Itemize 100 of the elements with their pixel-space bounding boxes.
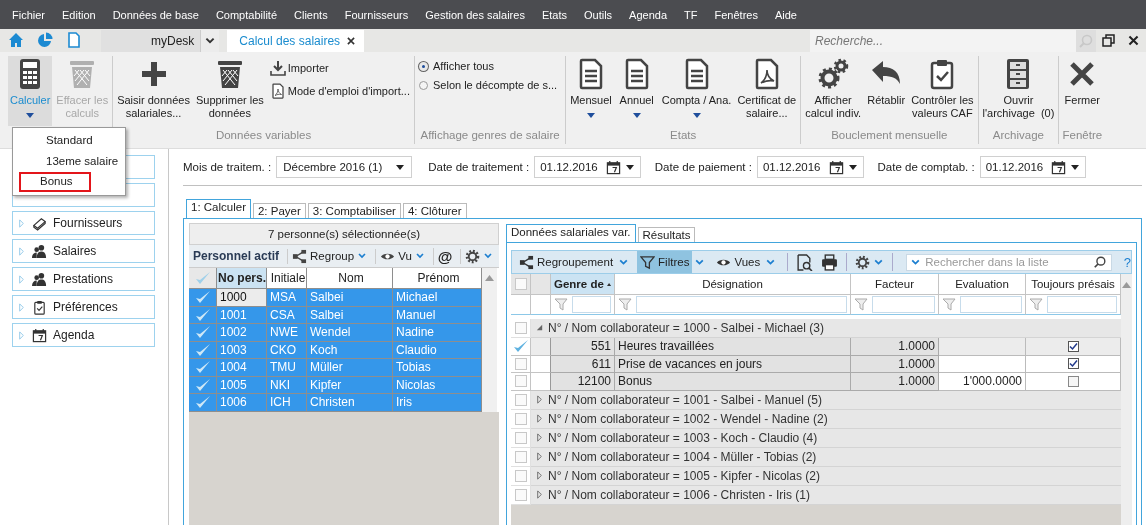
- scrollbar[interactable]: [482, 268, 497, 412]
- column-header[interactable]: Evaluation: [939, 274, 1026, 295]
- data-tab[interactable]: Données salariales var.: [506, 224, 636, 242]
- sidebar-item[interactable]: Fournisseurs: [12, 211, 155, 235]
- scroll-up-icon[interactable]: [485, 275, 494, 281]
- column-header[interactable]: Initiale: [267, 268, 307, 289]
- expand-icon[interactable]: [17, 246, 26, 256]
- menu-option[interactable]: 13eme salaire: [19, 151, 121, 171]
- menu-item[interactable]: Clients: [294, 8, 328, 21]
- pie-chart-icon[interactable]: [37, 32, 53, 48]
- ribbon-button[interactable]: Afficher calcul indiv.: [803, 56, 864, 126]
- search-field[interactable]: Recherche...: [810, 30, 1076, 52]
- filter-icon[interactable]: [942, 296, 958, 313]
- step-tab[interactable]: 3: Comptabiliser: [307, 203, 401, 218]
- menu-item[interactable]: Fichier: [12, 8, 45, 21]
- ribbon-link-button[interactable]: Importer: [269, 60, 410, 76]
- restore-window-icon[interactable]: [1102, 34, 1115, 47]
- filter-field[interactable]: [960, 296, 1022, 313]
- group-button[interactable]: Regroup: [287, 248, 372, 264]
- workspace-tab[interactable]: myDesk: [101, 30, 201, 52]
- checkbox[interactable]: [1067, 375, 1079, 387]
- sidebar-item[interactable]: Agenda: [12, 323, 155, 347]
- step-tab[interactable]: 2: Payer: [252, 203, 306, 218]
- menu-option[interactable]: Bonus: [19, 172, 91, 192]
- printer-icon[interactable]: [821, 253, 839, 271]
- select-all-header[interactable]: [189, 268, 217, 289]
- step-tab[interactable]: 4: Clôturer: [402, 203, 467, 218]
- menu-option[interactable]: Standard: [19, 130, 121, 150]
- checkbox[interactable]: [1067, 358, 1079, 370]
- menu-item[interactable]: Fenêtres: [714, 8, 758, 21]
- column-header[interactable]: Toujours présais: [1026, 274, 1121, 295]
- filter-field[interactable]: [1047, 296, 1117, 313]
- ribbon-button[interactable]: Annuel: [615, 56, 658, 126]
- menu-item[interactable]: Données de base: [112, 8, 199, 21]
- expand-icon[interactable]: [17, 302, 26, 312]
- date-field[interactable]: 01.12.2016: [756, 156, 864, 178]
- filter-icon[interactable]: [1029, 296, 1045, 313]
- checkbox[interactable]: [1067, 340, 1079, 352]
- sidebar-item[interactable]: Préférences: [12, 295, 155, 319]
- expand-icon[interactable]: [17, 218, 26, 228]
- menu-item[interactable]: Edition: [62, 8, 96, 21]
- filter-field[interactable]: [872, 296, 935, 313]
- radio-option[interactable]: Afficher tous: [419, 60, 562, 72]
- menu-item[interactable]: Comptabilité: [215, 8, 278, 21]
- radio-button[interactable]: [419, 80, 428, 90]
- help-link[interactable]: ?: [1123, 254, 1131, 270]
- filter-icon[interactable]: [554, 296, 570, 313]
- ribbon-button[interactable]: Certificat de salaire...: [735, 56, 799, 126]
- menu-item[interactable]: Gestion des salaires: [425, 8, 525, 21]
- ribbon-button[interactable]: Saisir données salariales...: [115, 56, 192, 126]
- column-header[interactable]: Nom: [307, 268, 393, 289]
- home-icon[interactable]: [8, 32, 24, 48]
- menu-item[interactable]: TF: [684, 8, 698, 21]
- month-select[interactable]: Décembre 2016 (1): [276, 156, 413, 178]
- filter-icon[interactable]: [854, 296, 870, 313]
- menu-item[interactable]: Outils: [584, 8, 613, 21]
- radio-option[interactable]: Selon le décompte de s...: [419, 79, 562, 91]
- close-tab-button[interactable]: [346, 30, 365, 52]
- ribbon-button[interactable]: Rétablir: [865, 56, 908, 126]
- ribbon-button[interactable]: Supprimer les données: [193, 56, 266, 126]
- expand-icon[interactable]: [17, 274, 26, 284]
- view-button[interactable]: Vu: [375, 248, 429, 264]
- date-field[interactable]: 01.12.2016: [979, 156, 1087, 178]
- scrollbar[interactable]: [1121, 274, 1132, 525]
- document-tab[interactable]: Calcul des salaires: [227, 30, 347, 52]
- column-header[interactable]: Désignation: [615, 274, 851, 295]
- dropdown-button[interactable]: [200, 30, 220, 52]
- scroll-up-icon[interactable]: [1122, 282, 1131, 288]
- data-tab[interactable]: Résultats: [637, 227, 696, 242]
- menu-item[interactable]: Aide: [774, 8, 797, 21]
- date-field[interactable]: 01.12.2016: [534, 156, 641, 178]
- column-header[interactable]: Genre de: [551, 274, 615, 295]
- filter-field[interactable]: [572, 296, 611, 313]
- menu-item[interactable]: Etats: [541, 8, 567, 21]
- mail-button[interactable]: @: [432, 247, 457, 265]
- group-button[interactable]: Regroupement: [516, 251, 617, 273]
- step-tab[interactable]: 1: Calculer: [186, 199, 251, 218]
- expand-icon[interactable]: [17, 330, 26, 340]
- sidebar-item[interactable]: Salaires: [12, 239, 155, 263]
- menu-item[interactable]: Agenda: [629, 8, 668, 21]
- ribbon-button[interactable]: Compta / Ana.: [659, 56, 734, 126]
- ribbon-button[interactable]: Fermer: [1061, 56, 1104, 126]
- view-button[interactable]: Vues: [713, 251, 764, 273]
- list-search-field[interactable]: Rechercher dans la liste: [906, 253, 1112, 271]
- column-header[interactable]: Prénom: [393, 268, 482, 289]
- menu-item[interactable]: Fournisseurs: [344, 8, 409, 21]
- ribbon-button[interactable]: Ouvrir l'archivage (0): [980, 56, 1057, 126]
- filter-button[interactable]: Filtres: [637, 251, 693, 273]
- column-header[interactable]: Facteur: [851, 274, 939, 295]
- search-icon[interactable]: [1092, 254, 1107, 269]
- column-header[interactable]: No pers.: [217, 268, 267, 289]
- ribbon-button[interactable]: Contrôler les valeurs CAF: [909, 56, 976, 126]
- document-icon[interactable]: [66, 32, 82, 48]
- filter-field[interactable]: [636, 296, 847, 313]
- collapse-icon[interactable]: [535, 323, 544, 332]
- filter-icon[interactable]: [618, 296, 634, 313]
- print-preview-icon[interactable]: [796, 253, 814, 271]
- ribbon-button[interactable]: Mensuel: [568, 56, 614, 126]
- sidebar-item[interactable]: Prestations: [12, 267, 155, 291]
- ribbon-link-button[interactable]: Mode d'emploi d'import...: [269, 83, 410, 99]
